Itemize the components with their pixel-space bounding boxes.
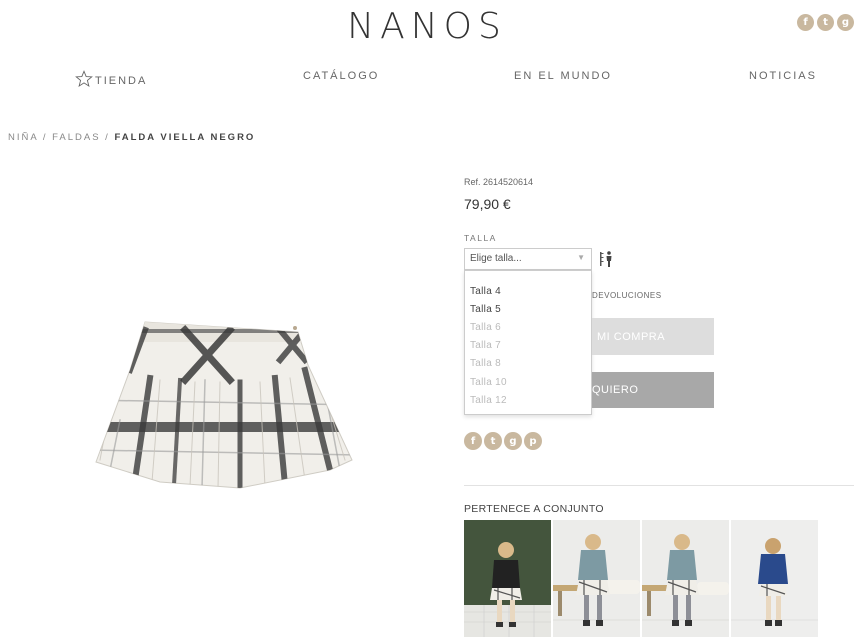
size-option-7: Talla 7: [470, 340, 502, 351]
breadcrumb-link-faldas[interactable]: FALDAS: [52, 132, 100, 143]
nav-item-noticias[interactable]: NOTICIAS: [749, 70, 817, 82]
nav-item-tienda[interactable]: TIENDA: [75, 70, 147, 88]
size-option-6: Talla 6: [470, 322, 502, 333]
main-nav: TIENDA CATÁLOGO EN EL MUNDO NOTICIAS: [0, 70, 854, 90]
brand-logo[interactable]: NANOS: [0, 6, 854, 47]
nav-item-en-el-mundo[interactable]: EN EL MUNDO: [514, 70, 612, 82]
size-label: TALLA: [464, 233, 497, 243]
breadcrumb: NIÑA / FALDAS / FALDA VIELLA NEGRO: [8, 132, 255, 143]
social-links-header: f t g: [797, 14, 854, 31]
google-plus-icon[interactable]: g: [504, 432, 522, 450]
set-thumbnail[interactable]: [553, 520, 640, 637]
set-thumbnail[interactable]: [642, 520, 729, 637]
size-select[interactable]: Elige talla... ▼: [464, 248, 592, 270]
product-image[interactable]: [90, 310, 360, 500]
nav-item-label: TIENDA: [95, 75, 148, 87]
pinterest-icon[interactable]: p: [524, 432, 542, 450]
size-option-12: Talla 12: [470, 395, 507, 406]
divider: [464, 485, 854, 486]
size-option-5[interactable]: Talla 5: [470, 304, 501, 315]
star-icon: [75, 70, 93, 88]
twitter-icon[interactable]: t: [484, 432, 502, 450]
google-plus-icon[interactable]: g: [837, 14, 854, 31]
size-guide-icon[interactable]: [600, 250, 614, 268]
breadcrumb-separator: /: [38, 132, 53, 143]
breadcrumb-link-nina[interactable]: NIÑA: [8, 132, 38, 143]
facebook-icon[interactable]: f: [464, 432, 482, 450]
share-links: f t g p: [464, 432, 542, 450]
facebook-icon[interactable]: f: [797, 14, 814, 31]
nav-item-catalogo[interactable]: CATÁLOGO: [303, 70, 379, 82]
size-select-placeholder: Elige talla...: [470, 253, 522, 264]
size-option-4[interactable]: Talla 4: [470, 286, 501, 297]
twitter-icon[interactable]: t: [817, 14, 834, 31]
product-reference: Ref. 2614520614: [464, 177, 534, 187]
breadcrumb-current: FALDA VIELLA NEGRO: [114, 132, 256, 143]
set-thumbnail[interactable]: [464, 520, 551, 637]
product-price: 79,90 €: [464, 196, 511, 212]
set-thumbnail[interactable]: [731, 520, 818, 637]
wishlist-label: QUIERO: [592, 384, 639, 396]
set-title: PERTENECE A CONJUNTO: [464, 503, 604, 515]
chevron-down-icon: ▼: [577, 253, 585, 262]
returns-link[interactable]: DEVOLUCIONES: [592, 291, 662, 300]
wishlist-button[interactable]: QUIERO: [592, 372, 714, 408]
size-option-10: Talla 10: [470, 377, 507, 388]
add-to-cart-button[interactable]: MI COMPRA: [592, 318, 714, 355]
size-option-8: Talla 8: [470, 358, 502, 369]
size-dropdown-list: Talla 4 Talla 5 Talla 6 Talla 7 Talla 8 …: [464, 270, 592, 415]
breadcrumb-separator: /: [100, 132, 115, 143]
add-to-cart-label: MI COMPRA: [597, 330, 666, 343]
